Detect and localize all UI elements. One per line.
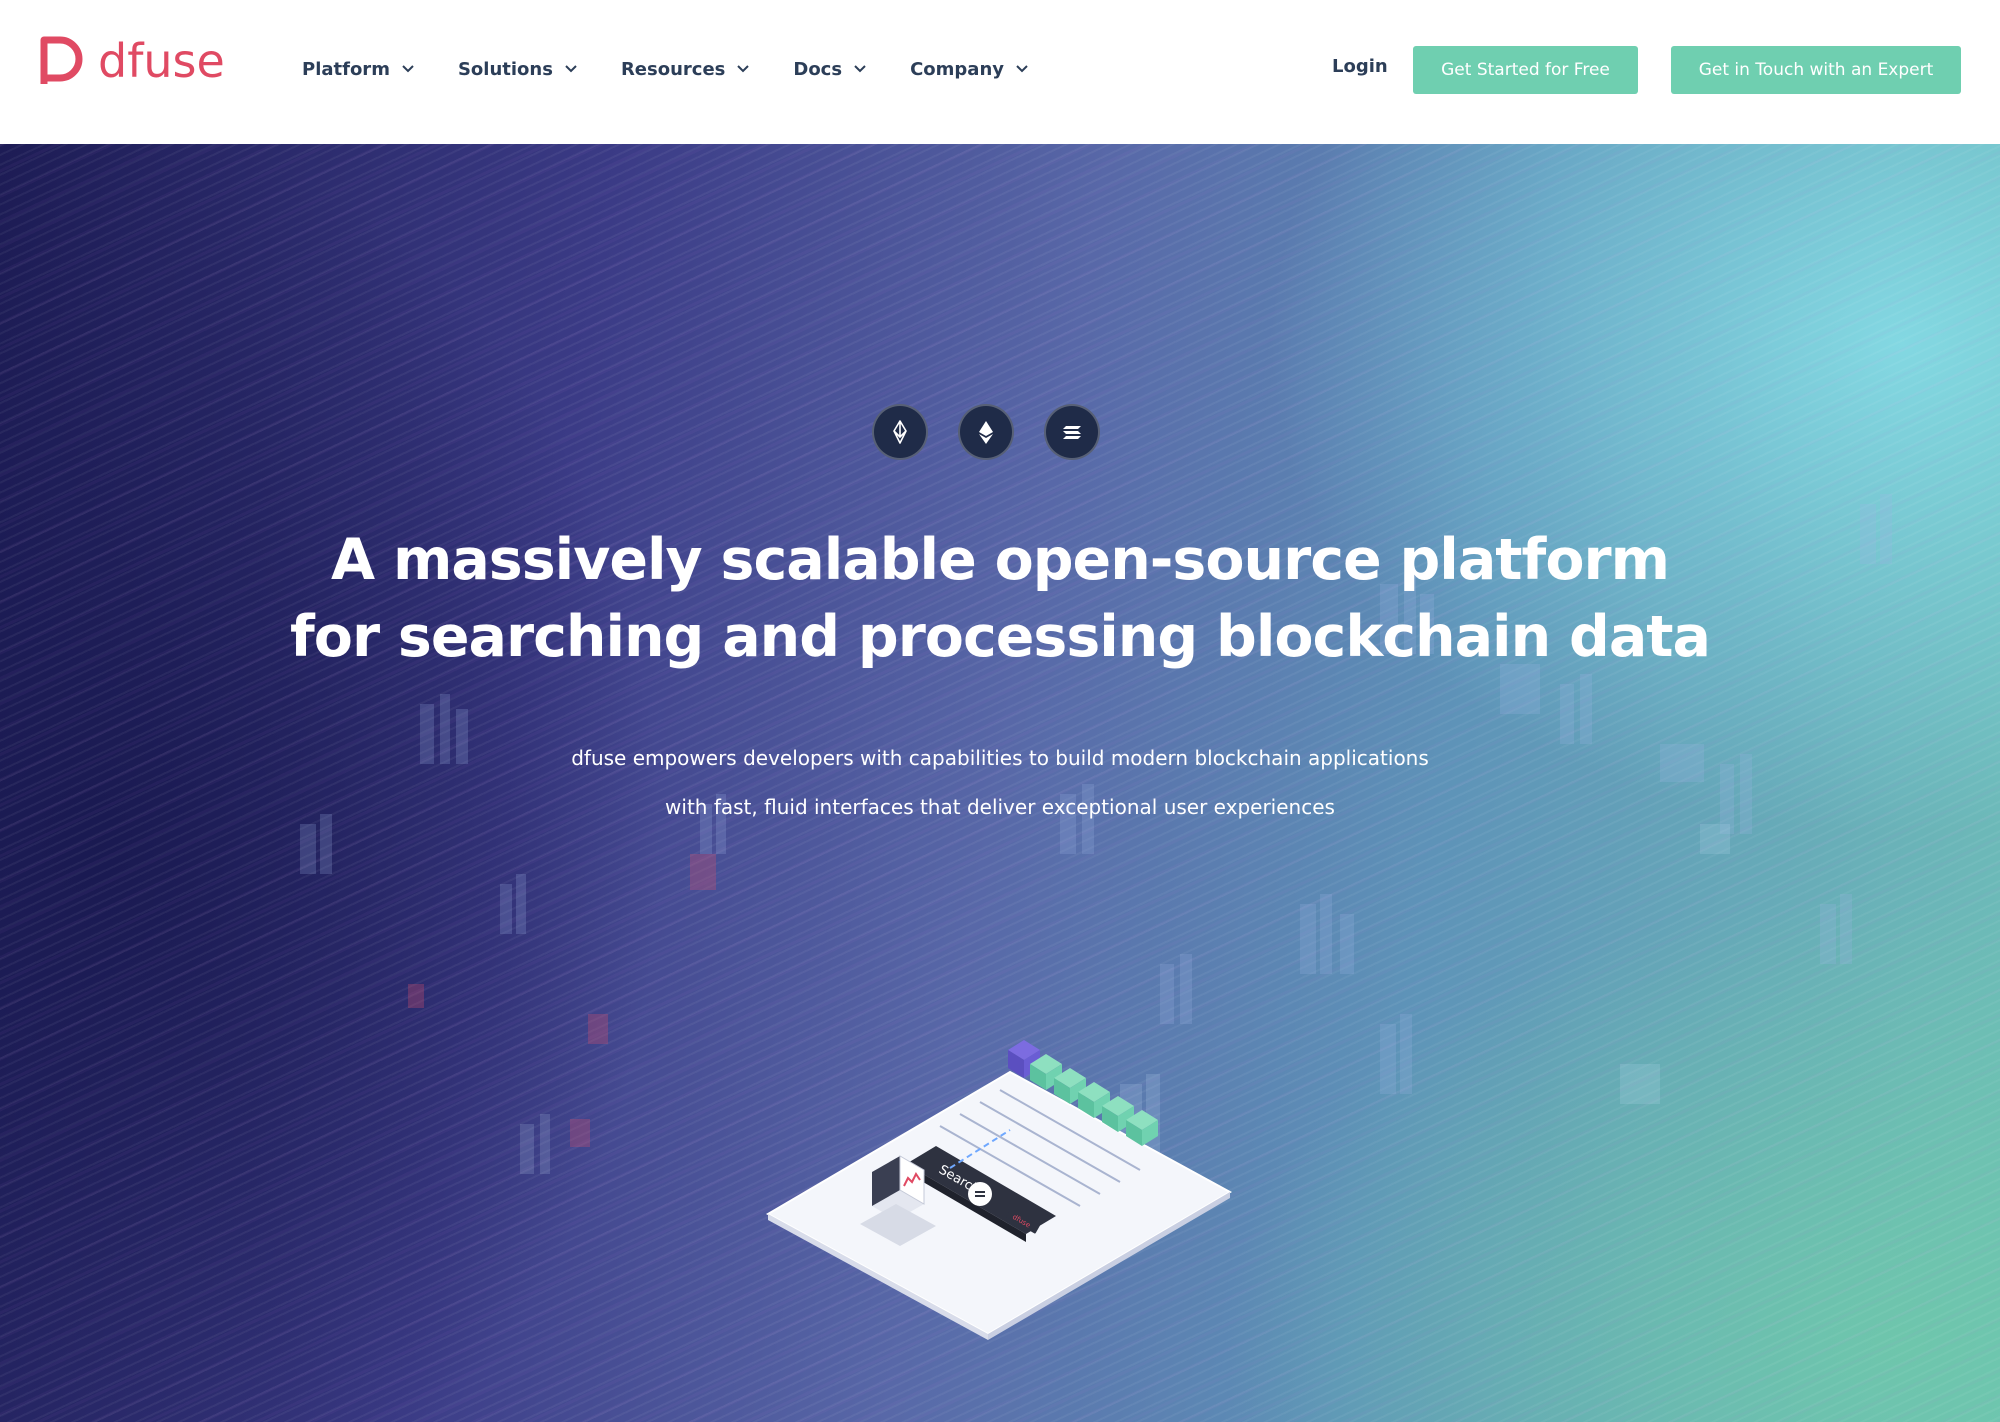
chain-solana[interactable] <box>1044 404 1100 460</box>
chain-eosio[interactable] <box>872 404 928 460</box>
nav-item-label: Platform <box>302 58 390 80</box>
nav-item-label: Resources <box>620 58 726 80</box>
nav-item-label: Docs <box>793 58 843 80</box>
nav-item-docs[interactable]: Docs <box>793 59 866 80</box>
chain-ethereum[interactable] <box>958 404 1014 460</box>
logo-wordmark: dfuse <box>98 34 225 88</box>
ethereum-icon <box>979 421 993 444</box>
chevron-down-icon <box>1016 65 1028 73</box>
nav-item-label: Solutions <box>457 58 553 80</box>
nav-item-label: Company <box>910 58 1004 80</box>
site-header: dfuse Platform Solutions Resources Docs … <box>0 0 2000 144</box>
chevron-down-icon <box>737 65 750 73</box>
platform-illustration: Search dfuse <box>765 1040 1233 1340</box>
solana-icon <box>1063 426 1081 439</box>
hero-section: A massively scalable open-source platfor… <box>0 144 2000 1422</box>
hero-subheadline-line2: with fast, fluid interfaces that deliver… <box>665 795 1335 819</box>
chevron-down-icon <box>565 65 577 73</box>
login-link[interactable]: Login <box>1332 56 1388 77</box>
chevron-down-icon <box>402 65 414 73</box>
hero-headline-line1: A massively scalable open-source platfor… <box>330 527 1670 593</box>
contact-expert-button[interactable]: Get in Touch with an Expert <box>1671 46 1961 94</box>
nav-item-resources[interactable]: Resources <box>620 58 750 80</box>
nav-item-solutions[interactable]: Solutions <box>458 59 577 80</box>
main-nav: Platform Solutions Resources Docs Compan… <box>302 52 1072 86</box>
hero-headline: A massively scalable open-source platfor… <box>0 522 2000 676</box>
hero-headline-line2: for searching and processing blockchain … <box>290 604 1711 670</box>
dfuse-logo-mark-icon <box>40 36 83 84</box>
hero-subheadline: dfuse empowers developers with capabilit… <box>0 734 2000 832</box>
supported-chains <box>872 404 1100 460</box>
dfuse-logo[interactable]: dfuse <box>38 36 225 86</box>
nav-item-platform[interactable]: Platform <box>302 59 414 80</box>
eosio-icon <box>893 420 907 444</box>
hero-subheadline-line1: dfuse empowers developers with capabilit… <box>571 746 1429 770</box>
chevron-down-icon <box>854 65 866 73</box>
nav-item-company[interactable]: Company <box>910 59 1028 80</box>
get-started-button[interactable]: Get Started for Free <box>1413 46 1638 94</box>
